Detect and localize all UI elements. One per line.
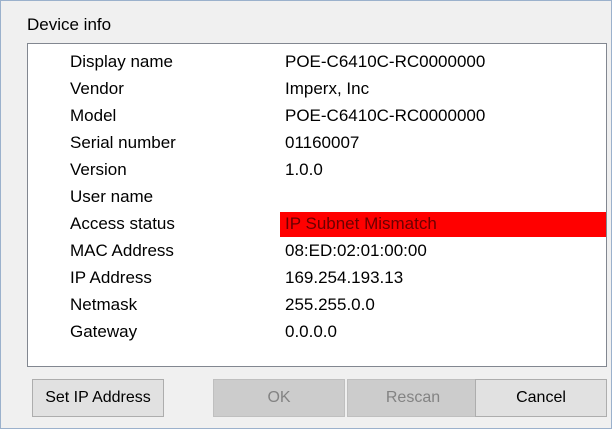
user-name-label: User name (70, 187, 154, 206)
netmask-value: 255.255.0.0 (285, 295, 375, 314)
vendor-value: Imperx, Inc (285, 79, 370, 98)
device-info-dialog: Device info Display name POE-C6410C-RC00… (0, 0, 612, 429)
info-row-model: Model POE-C6410C-RC0000000 (28, 104, 606, 130)
info-row-vendor: Vendor Imperx, Inc (28, 77, 606, 103)
vendor-label: Vendor (70, 79, 124, 98)
set-ip-address-button[interactable]: Set IP Address (32, 379, 164, 417)
access-status-value: IP Subnet Mismatch (280, 212, 606, 237)
access-status-label: Access status (70, 214, 175, 233)
ip-address-value: 169.254.193.13 (285, 268, 404, 287)
mac-address-value: 08:ED:02:01:00:00 (285, 241, 427, 260)
info-row-mac-address: MAC Address 08:ED:02:01:00:00 (28, 239, 606, 265)
info-row-display-name: Display name POE-C6410C-RC0000000 (28, 50, 606, 76)
dialog-title: Device info (27, 15, 112, 34)
ok-button[interactable]: OK (213, 379, 345, 417)
info-row-gateway: Gateway 0.0.0.0 (28, 320, 606, 346)
version-label: Version (70, 160, 127, 179)
serial-number-label: Serial number (70, 133, 176, 152)
display-name-label: Display name (70, 52, 173, 71)
model-value: POE-C6410C-RC0000000 (285, 106, 486, 125)
device-info-panel: Display name POE-C6410C-RC0000000 Vendor… (27, 43, 607, 367)
gateway-label: Gateway (70, 322, 138, 341)
info-row-version: Version 1.0.0 (28, 158, 606, 184)
info-row-user-name: User name (28, 185, 606, 211)
version-value: 1.0.0 (285, 160, 323, 179)
netmask-label: Netmask (70, 295, 138, 314)
gateway-value: 0.0.0.0 (285, 322, 337, 341)
rescan-button[interactable]: Rescan (347, 379, 479, 417)
serial-number-value: 01160007 (285, 133, 360, 152)
info-row-serial-number: Serial number 01160007 (28, 131, 606, 157)
info-row-netmask: Netmask 255.255.0.0 (28, 293, 606, 319)
ip-address-label: IP Address (70, 268, 152, 287)
display-name-value: POE-C6410C-RC0000000 (285, 52, 486, 71)
info-row-access-status: Access status IP Subnet Mismatch (28, 212, 606, 238)
model-label: Model (70, 106, 117, 125)
cancel-button[interactable]: Cancel (475, 379, 607, 417)
info-row-ip-address: IP Address 169.254.193.13 (28, 266, 606, 292)
mac-address-label: MAC Address (70, 241, 174, 260)
